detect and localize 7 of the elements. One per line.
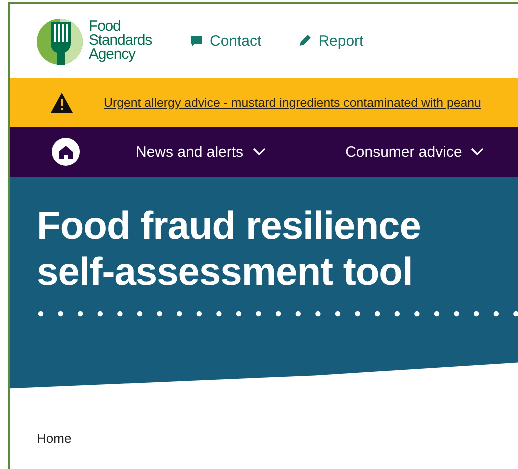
page-title: Food fraud resilience self-assessment tool [37, 204, 422, 296]
brand-name: Food Standards Agency [89, 20, 152, 62]
header-link[interactable]: Contact [190, 32, 262, 50]
nav-menu-item[interactable]: Consumer advice [346, 144, 484, 160]
breadcrumb-link[interactable]: Home [37, 431, 72, 446]
nav-menu-item[interactable]: News and alerts [136, 144, 266, 160]
header-link[interactable]: Report [298, 32, 364, 50]
